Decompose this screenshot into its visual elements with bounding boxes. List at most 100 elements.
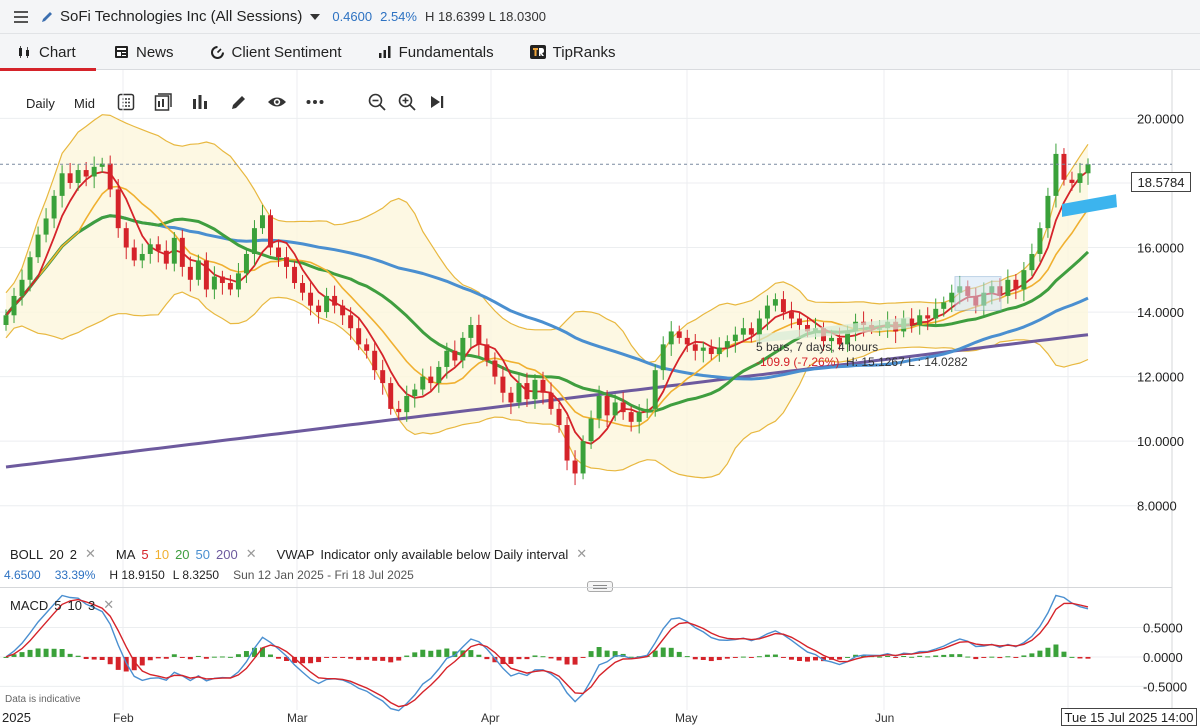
tab-chart[interactable]: Chart [0, 34, 96, 71]
macd-histogram-bar [203, 656, 209, 659]
macd-legend: MACD 5 10 3 ✕ [10, 597, 120, 613]
time-tick-label: 2025 [2, 710, 31, 725]
macd-histogram-bar [211, 656, 217, 658]
candle-body [1021, 270, 1027, 290]
candle-body [572, 460, 578, 474]
range-low: L 8.3250 [172, 568, 220, 582]
macd-histogram-bar [195, 655, 201, 657]
range-info: 4.6500 33.39% H 18.9150 L 8.3250 Sun 12 … [4, 568, 428, 582]
time-tick-label: Feb [113, 711, 134, 725]
candle-body [949, 292, 955, 303]
macd-histogram-bar [75, 655, 81, 657]
macd-histogram-bar [436, 649, 442, 657]
macd-histogram-bar [1053, 644, 1059, 657]
macd-histogram-bar [917, 655, 923, 657]
edit-pencil-icon[interactable] [40, 10, 54, 24]
remove-ma-icon[interactable]: ✕ [246, 546, 257, 562]
indicator-legend: BOLL 20 2 ✕ MA 5 10 20 50 200 ✕ VWAP Ind… [10, 546, 593, 562]
candle-body [668, 331, 674, 345]
macd-histogram-bar [476, 654, 482, 657]
macd-histogram-bar [748, 656, 754, 658]
macd-histogram-bar [59, 648, 65, 657]
tab-fundamentals[interactable]: Fundamentals [360, 34, 512, 70]
candle-body [107, 163, 113, 190]
candle-body [324, 295, 330, 313]
macd-histogram-bar [909, 656, 915, 658]
measure-change: -109.9 (-7.26%) [756, 354, 840, 369]
candle-body [67, 173, 73, 183]
instrument-title[interactable]: SoFi Technologies Inc (All Sessions) [60, 8, 302, 25]
macd-histogram-bar [316, 656, 322, 663]
boll-name[interactable]: BOLL [10, 547, 43, 562]
remove-boll-icon[interactable]: ✕ [85, 546, 96, 562]
macd-histogram-bar [179, 656, 185, 658]
tab-news[interactable]: News [96, 34, 192, 70]
candle-body [700, 347, 706, 351]
macd-histogram-bar [901, 655, 907, 657]
candle-body [676, 331, 682, 338]
macd-histogram-bar [171, 654, 177, 657]
candle-body [532, 379, 538, 400]
candle-body [500, 376, 506, 393]
macd-histogram-bar [772, 654, 778, 657]
candle-body [388, 383, 394, 409]
disclaimer: Data is indicative [5, 694, 81, 705]
macd-histogram-bar [981, 656, 987, 658]
candle-body [259, 215, 265, 229]
measure-selection-box [954, 276, 1002, 311]
candle-body [780, 299, 786, 313]
candle-body [788, 312, 794, 319]
candle-body [716, 347, 722, 355]
candle-body [1077, 173, 1083, 183]
remove-macd-icon[interactable]: ✕ [103, 597, 114, 613]
candle-body [1037, 228, 1043, 254]
range-dates: Sun 12 Jan 2025 - Fri 18 Jul 2025 [233, 568, 414, 582]
time-axis[interactable]: 2025 Feb Mar Apr May Jun [2, 710, 894, 725]
macd-histogram-bar [893, 656, 899, 658]
macd-histogram-bar [243, 651, 249, 657]
macd-histogram-bar [43, 648, 49, 657]
macd-histogram-bar [187, 656, 193, 660]
price-tick-label: 14.0000 [1137, 305, 1184, 320]
macd-histogram-bar [596, 647, 602, 657]
candle-body [195, 260, 201, 280]
candle-body [540, 379, 546, 393]
candle-body [276, 247, 281, 258]
tab-tipranks[interactable]: TipRanks [512, 34, 634, 70]
macd-histogram-bar [332, 656, 338, 658]
macd-slow: 10 [67, 597, 82, 613]
price-chart[interactable]: 20.000018.000016.000014.000012.000010.00… [0, 70, 1200, 726]
candle-body [59, 173, 65, 196]
macd-histogram-bar [268, 654, 273, 657]
ma-name[interactable]: MA [116, 547, 136, 562]
candle-body [147, 244, 153, 254]
candle-body [171, 237, 177, 264]
remove-vwap-icon[interactable]: ✕ [576, 546, 587, 562]
tab-client-sentiment[interactable]: Client Sentiment [192, 34, 360, 70]
macd-tick-label: 0.5000 [1143, 620, 1183, 635]
high-low: H 18.6399 L 18.0300 [424, 9, 546, 24]
macd-histogram-bar [588, 651, 594, 657]
chevron-down-icon[interactable] [310, 13, 321, 20]
macd-histogram-bar [388, 656, 394, 663]
macd-pane: 0.5000 0.0000 -0.5000 [0, 594, 1187, 712]
candle-body [51, 195, 57, 219]
macd-name[interactable]: MACD [10, 598, 48, 613]
candle-body [123, 228, 129, 248]
measure-bars: 5 bars, 7 days, 4 hours [756, 340, 879, 354]
time-tick-label: Apr [481, 711, 500, 725]
candle-body [628, 412, 634, 422]
candle-body [508, 392, 514, 403]
candle-body [316, 305, 322, 313]
candle-body [211, 276, 217, 290]
macd-histogram-bar [941, 654, 947, 657]
menu-icon[interactable] [14, 10, 28, 23]
measure-high-low: H: 15.1267 L : 14.0282 [846, 354, 968, 369]
ma-period-20: 20 [175, 546, 190, 562]
candle-body [660, 344, 666, 371]
candle-body [187, 266, 193, 280]
macd-histogram-bar [155, 656, 161, 659]
vwap-name[interactable]: VWAP [277, 547, 315, 562]
macd-histogram-bar [845, 656, 851, 658]
candle-body [732, 334, 738, 342]
